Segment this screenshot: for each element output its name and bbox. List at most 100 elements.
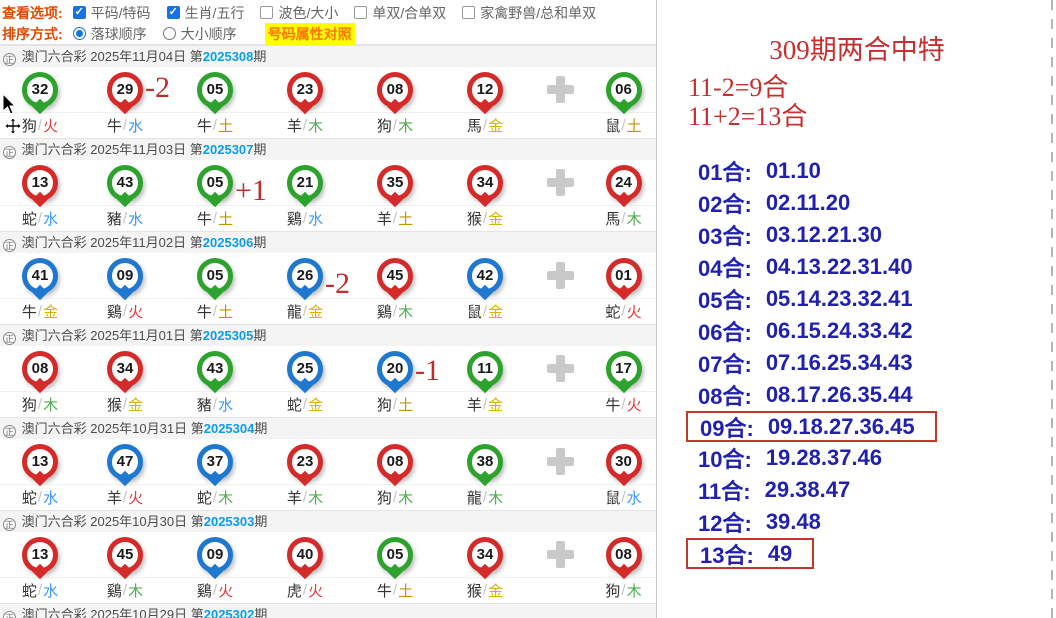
he-label: 02合: xyxy=(698,187,752,219)
draw-block: 正 澳门六合彩 2025年11月04日 第2025308期 32 29-2 05… xyxy=(0,45,656,138)
label-cell: 豬/水 xyxy=(170,392,260,417)
label-cell: 蛇/水 xyxy=(0,485,80,510)
annotation-text: -1 xyxy=(415,356,440,386)
ball-cell: 26-2 xyxy=(260,253,350,298)
sort-option[interactable]: 大小顺序 xyxy=(163,24,237,44)
zodiac-label: 鷄 xyxy=(197,580,212,601)
plus-icon xyxy=(547,262,574,289)
view-option[interactable]: 单双/合单双 xyxy=(354,3,446,23)
radio-icon[interactable] xyxy=(163,27,176,40)
zodiac-label: 鼠 xyxy=(605,487,620,508)
panel-formulas: 11-2=9合11+2=13合 xyxy=(688,73,1056,131)
view-option[interactable]: 平码/特码 xyxy=(73,3,151,23)
zodiac-label: 蛇 xyxy=(197,487,212,508)
element-label: 金 xyxy=(488,208,503,229)
label-cell: 狗/木 xyxy=(350,113,440,138)
ball-cell: 06 xyxy=(590,67,657,112)
he-list-item: 07合: 07.16.25.34.43 xyxy=(698,347,1056,379)
checkbox-icon[interactable] xyxy=(462,6,475,19)
lottery-ball: 06 xyxy=(606,72,642,108)
he-label: 12合: xyxy=(698,506,752,538)
draw-period: 第2025303期 xyxy=(191,514,268,529)
he-numbers: 49 xyxy=(768,541,792,567)
view-option[interactable]: 生肖/五行 xyxy=(167,3,245,23)
lottery-ball: 34 xyxy=(107,351,143,387)
element-label: 木 xyxy=(308,115,323,136)
view-option[interactable]: 家禽野兽/总和单双 xyxy=(462,3,596,23)
lottery-ball: 05 xyxy=(197,72,233,108)
label-cell: 鼠/金 xyxy=(440,299,530,324)
element-label: 木 xyxy=(308,487,323,508)
zodiac-label: 猴 xyxy=(467,208,482,229)
zodiac-label: 牛 xyxy=(107,115,122,136)
element-label: 水 xyxy=(43,487,58,508)
ball-cell: 40 xyxy=(260,532,350,577)
he-label: 09合: xyxy=(700,411,754,443)
labels-row: 狗/木 猴/金 豬/水 蛇/金 狗/土 羊/金 牛/火 xyxy=(0,391,656,417)
ball-cell: 09 xyxy=(80,253,170,298)
he-list-item: 02合: 02.11.20 xyxy=(698,187,1056,219)
ball-cell: 01 xyxy=(590,253,657,298)
he-label: 11合: xyxy=(698,474,751,506)
labels-row: 狗/火 牛/水 牛/土 羊/木 狗/木 馬/金 鼠/土 xyxy=(0,112,656,138)
annotation-text: -2 xyxy=(325,269,350,299)
ball-cell: 08 xyxy=(590,532,657,577)
ball-cell: 21 xyxy=(260,160,350,205)
plus-cell xyxy=(530,532,590,577)
label-cell: 龍/木 xyxy=(440,485,530,510)
ball-cell: 17 xyxy=(590,346,657,391)
he-numbers: 04.13.22.31.40 xyxy=(766,254,913,280)
ball-cell: 05 xyxy=(170,67,260,112)
he-list-item: 08合: 08.17.26.35.44 xyxy=(698,379,1056,411)
zodiac-label: 猴 xyxy=(467,580,482,601)
label-cell: 豬/水 xyxy=(80,206,170,231)
he-list-item-boxed: 09合: 09.18.27.36.45 xyxy=(686,411,937,442)
view-options-row: 查看选项: 平码/特码 生肖/五行 波色/大小 单双/合单双 家禽野兽/总和单双 xyxy=(2,2,656,23)
balls-row: 32 29-2 05 23 08 12 06 xyxy=(0,67,656,112)
ball-cell: 45 xyxy=(80,532,170,577)
draw-period: 第2025304期 xyxy=(191,421,268,436)
he-numbers: 01.10 xyxy=(766,158,821,184)
view-options-group: 平码/特码 生肖/五行 波色/大小 单双/合单双 家禽野兽/总和单双 xyxy=(73,3,612,23)
draw-list: 正 澳门六合彩 2025年11月04日 第2025308期 32 29-2 05… xyxy=(0,45,656,618)
lottery-ball: 08 xyxy=(606,537,642,573)
view-option[interactable]: 波色/大小 xyxy=(260,3,338,23)
radio-icon[interactable] xyxy=(73,27,86,40)
element-label: 火 xyxy=(128,487,143,508)
zodiac-label: 豬 xyxy=(107,208,122,229)
lottery-ball: 43 xyxy=(107,165,143,201)
draw-source: 澳门六合彩 xyxy=(22,49,87,64)
plus-label-cell xyxy=(530,578,590,603)
element-label: 土 xyxy=(627,115,642,136)
ball-cell: 05 xyxy=(170,253,260,298)
checkbox-icon[interactable] xyxy=(73,6,86,19)
checkbox-icon[interactable] xyxy=(354,6,367,19)
lottery-ball: 13 xyxy=(22,444,58,480)
ball-cell: 43 xyxy=(170,346,260,391)
he-numbers: 07.16.25.34.43 xyxy=(766,350,913,376)
draw-header: 正 澳门六合彩 2025年11月04日 第2025308期 xyxy=(0,45,656,67)
plus-icon xyxy=(547,355,574,382)
zodiac-label: 牛 xyxy=(197,301,212,322)
checkbox-icon[interactable] xyxy=(167,6,180,19)
sort-option[interactable]: 落球顺序 xyxy=(73,24,147,44)
ball-cell: 34 xyxy=(440,160,530,205)
draw-block-partial: 正 澳门六合彩 2025年10月29日 第2025302期 xyxy=(0,603,656,618)
ball-cell: 37 xyxy=(170,439,260,484)
checkbox-icon[interactable] xyxy=(260,6,273,19)
plus-cell xyxy=(530,346,590,391)
lottery-ball: 21 xyxy=(287,165,323,201)
view-option-label: 生肖/五行 xyxy=(185,3,245,23)
draw-date: 2025年11月01日 xyxy=(90,328,190,343)
label-cell: 馬/木 xyxy=(590,206,657,231)
he-numbers: 03.12.21.30 xyxy=(766,222,882,248)
plus-icon xyxy=(547,169,574,196)
element-label: 水 xyxy=(128,208,143,229)
element-label: 木 xyxy=(627,580,642,601)
view-option-label: 家禽野兽/总和单双 xyxy=(480,3,596,23)
number-attribute-compare-link[interactable]: 号码属性对照 xyxy=(265,23,355,45)
label-cell: 馬/金 xyxy=(440,113,530,138)
he-numbers: 05.14.23.32.41 xyxy=(766,286,913,312)
element-label: 土 xyxy=(398,394,413,415)
lottery-ball: 47 xyxy=(107,444,143,480)
